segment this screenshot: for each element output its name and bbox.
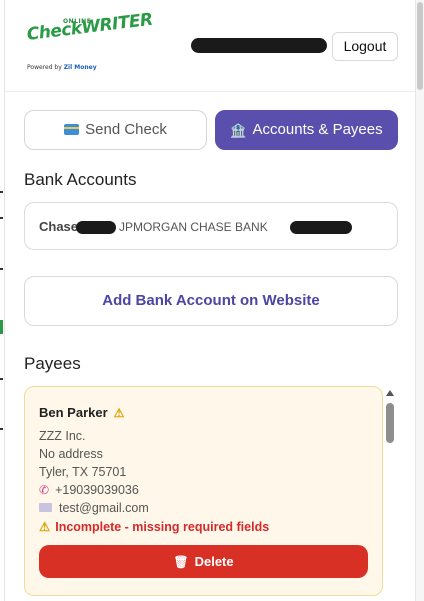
phone-icon: ✆ xyxy=(39,483,50,497)
payee-name-row: Ben Parker ⚠ xyxy=(39,405,124,420)
payee-company: ZZZ Inc. xyxy=(39,429,86,443)
edge-mark xyxy=(0,320,3,334)
delete-label: Delete xyxy=(194,554,234,569)
trash-icon: 🗑 xyxy=(173,555,189,569)
bank-icon: 🏦 xyxy=(230,123,247,138)
edge-mark xyxy=(0,428,3,430)
payee-name: Ben Parker xyxy=(39,405,108,420)
payee-status: ⚠ Incomplete - missing required fields xyxy=(39,519,269,534)
edge-mark xyxy=(0,378,3,380)
payee-status-text: Incomplete - missing required fields xyxy=(55,520,270,534)
email-icon xyxy=(39,503,52,512)
panel-scrollbar-thumb[interactable] xyxy=(417,2,423,90)
tab-accounts-payees[interactable]: 🏦 Accounts & Payees xyxy=(215,110,398,150)
tab-accounts-payees-label: Accounts & Payees xyxy=(252,121,383,138)
redacted-account-number xyxy=(76,221,116,234)
warning-icon: ⚠ xyxy=(113,406,125,420)
redacted-user-email xyxy=(191,38,327,53)
powered-by-brand: Zil Money xyxy=(63,64,97,71)
edge-mark xyxy=(0,217,3,219)
powered-by-label: Powered by xyxy=(27,64,62,71)
bank-accounts-heading: Bank Accounts xyxy=(24,170,137,189)
payee-email: test@gmail.com xyxy=(59,501,149,515)
redacted-account-detail xyxy=(290,221,352,234)
payee-phone-row: ✆ +19039039036 xyxy=(39,483,139,497)
edge-mark xyxy=(0,191,3,193)
scroll-up-arrow-icon[interactable] xyxy=(386,390,394,396)
delete-payee-button[interactable]: 🗑 Delete xyxy=(39,545,368,578)
edge-mark xyxy=(0,268,3,270)
payee-phone: +19039039036 xyxy=(55,483,139,497)
payee-address: No address xyxy=(39,447,103,461)
payee-city: Tyler, TX 75701 xyxy=(39,465,127,479)
bank-account-name: Chase xyxy=(39,219,79,234)
add-bank-account-button[interactable]: Add Bank Account on Website xyxy=(24,276,398,326)
bank-account-item[interactable]: Chase JPMORGAN CHASE BANK xyxy=(24,202,398,250)
panel-scrollbar[interactable] xyxy=(416,0,424,601)
tab-send-check[interactable]: Send Check xyxy=(24,110,207,150)
logo-powered-by: Powered by Zil Money xyxy=(27,64,97,71)
tab-send-check-label: Send Check xyxy=(85,121,167,138)
logo-brand-text: CheckWRITER xyxy=(25,9,154,45)
bank-account-bank: JPMORGAN CHASE BANK xyxy=(119,220,268,234)
header: ONLINE CheckWRITER Powered by Zil Money … xyxy=(5,0,415,92)
payee-email-row: test@gmail.com xyxy=(39,501,149,515)
payees-scrollbar[interactable] xyxy=(383,386,397,596)
warning-icon: ⚠ xyxy=(39,520,51,534)
scrollbar-thumb[interactable] xyxy=(386,403,394,443)
logout-button[interactable]: Logout xyxy=(332,32,398,61)
payee-card: Ben Parker ⚠ ZZZ Inc. No address Tyler, T… xyxy=(24,386,383,596)
checkwriter-logo: ONLINE CheckWRITER Powered by Zil Money xyxy=(25,10,154,74)
payees-heading: Payees xyxy=(24,354,81,373)
extension-panel: ONLINE CheckWRITER Powered by Zil Money … xyxy=(4,0,416,601)
credit-card-icon xyxy=(64,124,80,135)
